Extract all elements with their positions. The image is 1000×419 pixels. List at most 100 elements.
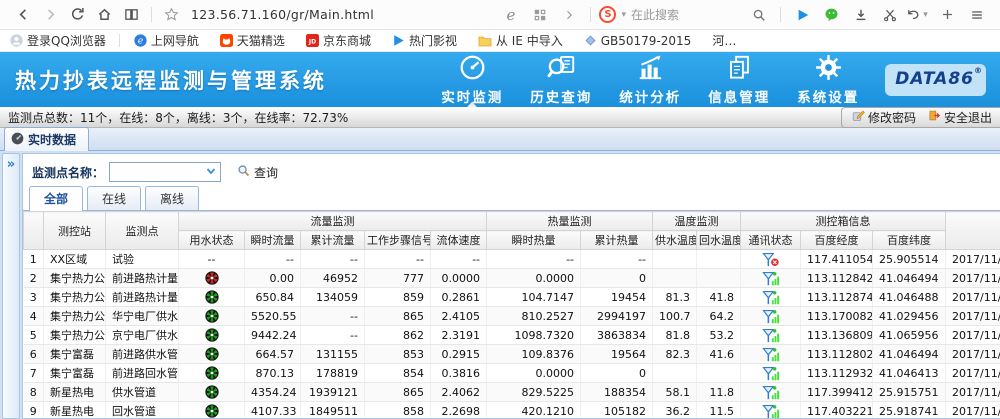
nav-item-stats[interactable]: 统计分析 <box>619 52 681 107</box>
table-row[interactable]: 1XX区域试验--------------117.41105425.905514… <box>24 250 1000 269</box>
cell-longitude: 113.112874 <box>801 288 873 307</box>
query-toolbar: 监测点名称： 查询 <box>23 154 1000 188</box>
new-tab-icon[interactable] <box>934 3 961 27</box>
cell-return-temp <box>697 269 741 288</box>
cell-station: 集宁富磊 <box>44 364 106 383</box>
cell-water-status <box>179 326 245 345</box>
cell-station: 新星热电 <box>44 383 106 402</box>
point-name-select[interactable] <box>109 162 221 182</box>
home-icon[interactable] <box>91 3 118 27</box>
bookmark-import-ie[interactable]: 从 IE 中导入 <box>478 32 563 49</box>
cell-total-flow: -- <box>301 326 365 345</box>
cell-water-status <box>179 364 245 383</box>
cell-inst-heat: 829.5225 <box>487 383 581 402</box>
search-icon[interactable] <box>745 3 772 27</box>
nav-item-info[interactable]: 信息管理 <box>708 52 770 107</box>
cell-point: 前进路热计量供 <box>106 288 179 307</box>
video-icon[interactable] <box>789 3 816 27</box>
cell-row-number: 1 <box>24 250 44 269</box>
cell-point: 前进路回水管道 <box>106 364 179 383</box>
menu-icon[interactable] <box>963 3 990 27</box>
table-row[interactable]: 3集宁热力公司前进路热计量供650.841340598590.2861104.7… <box>24 288 1000 307</box>
search-engine-caret-icon[interactable]: ▾ <box>621 10 626 20</box>
change-password-button[interactable]: 修改密码 <box>852 109 916 126</box>
bookmark-nav-site[interactable]: e上网导航 <box>134 32 199 49</box>
session-restore-icon[interactable]: ▾ <box>905 3 932 27</box>
cell-supply-temp: 82.3 <box>653 345 697 364</box>
cell-signal-quality: 858 <box>365 402 431 419</box>
cell-update-time: 2017/11/23 17:2 <box>946 288 1000 307</box>
browser-toolbar: 123.56.71.160/gr/Main.html e S ▾ 在此搜索 ▾ <box>0 0 1000 30</box>
cell-inst-flow: 0.00 <box>245 269 301 288</box>
bookmark-video[interactable]: 热门影视 <box>392 32 457 49</box>
address-bar[interactable]: 123.56.71.160/gr/Main.html <box>191 7 374 22</box>
sidebar-collapse-strip[interactable]: » <box>2 153 20 419</box>
divider <box>119 34 120 47</box>
qr-code-icon[interactable] <box>526 3 553 27</box>
filter-tab-offline[interactable]: 离线 <box>145 186 199 210</box>
cell-longitude: 117.411054 <box>801 250 873 269</box>
cell-row-number: 4 <box>24 307 44 326</box>
fan-green-icon <box>205 347 219 361</box>
gauge-icon <box>459 54 486 85</box>
bookmark-star-icon[interactable] <box>158 3 185 27</box>
table-row[interactable]: 2集宁热力公司前进路热计量回0.00469527770.00000.000001… <box>24 269 1000 288</box>
filter-tab-online[interactable]: 在线 <box>87 186 141 210</box>
cell-comm-status <box>741 402 801 419</box>
main-panel: 监测点名称： 查询 全部在线离线 测 <box>22 153 1000 419</box>
filter-tab-all[interactable]: 全部 <box>29 186 83 211</box>
query-button[interactable]: 查询 <box>237 164 278 181</box>
bookmark-he[interactable]: 河… <box>712 32 736 49</box>
cell-velocity: 0.2915 <box>431 345 487 364</box>
table-row[interactable]: 9新星热电回水管道4107.3318495118582.2698420.1210… <box>24 402 1000 419</box>
cell-station: 集宁热力公司 <box>44 326 106 345</box>
comm-online-icon <box>762 404 780 419</box>
jd-icon: JD <box>306 34 319 47</box>
forward-icon[interactable] <box>37 3 64 27</box>
cell-total-heat: 188354 <box>581 383 653 402</box>
divider <box>780 7 781 22</box>
user-icon <box>10 34 23 47</box>
cell-supply-temp: 81.8 <box>653 326 697 345</box>
col-station: 测控站 <box>44 212 106 250</box>
cell-station: 集宁富磊 <box>44 345 106 364</box>
nav-item-realtime[interactable]: 实时监测 <box>441 52 503 107</box>
ie-compat-icon[interactable]: e <box>497 3 524 27</box>
bookmark-qq-login[interactable]: 登录QQ浏览器 <box>10 32 106 49</box>
col-update-time: 更新时间 <box>946 212 1000 250</box>
col-row-number <box>24 212 44 250</box>
bookmark-jd[interactable]: JD京东商城 <box>306 32 371 49</box>
browser-search-input[interactable]: 在此搜索 <box>631 6 743 23</box>
cell-point: 京宁电厂供水主 <box>106 326 179 345</box>
nav-item-history[interactable]: 历史查询 <box>530 52 592 107</box>
table-row[interactable]: 6集宁富磊前进路供水管道664.571311558530.2915109.837… <box>24 345 1000 364</box>
bookmark-gb50179[interactable]: GB50179-2015 <box>584 34 692 48</box>
nav-item-settings[interactable]: 系统设置 <box>797 52 859 107</box>
cell-velocity: 2.4105 <box>431 307 487 326</box>
cell-inst-heat: 109.8376 <box>487 345 581 364</box>
screenshot-scissors-icon[interactable] <box>876 3 903 27</box>
table-row[interactable]: 8新星热电供水管道4354.2419391218652.4062829.5225… <box>24 383 1000 402</box>
group-heat: 热量监测 <box>487 212 653 231</box>
chevron-down-icon <box>204 164 218 181</box>
back-icon[interactable] <box>10 3 37 27</box>
bookmark-tmall[interactable]: 天猫精选 <box>220 32 285 49</box>
content-area: » 监测点名称： 查询 全部在线离线 <box>0 151 1000 419</box>
expand-toolbar-icon[interactable] <box>555 3 582 27</box>
cell-longitude: 117.399412 <box>801 383 873 402</box>
wechat-icon[interactable] <box>818 3 845 27</box>
cell-total-heat: 105182 <box>581 402 653 419</box>
download-icon[interactable] <box>847 3 874 27</box>
col-return-temp: 回水温度 <box>697 231 741 250</box>
cell-update-time: 2017/11/23 17:2 <box>946 307 1000 326</box>
tab-realtime-data[interactable]: 实时数据 <box>4 127 89 151</box>
cell-water-status <box>179 345 245 364</box>
refresh-icon[interactable] <box>64 3 91 27</box>
reading-mode-icon[interactable] <box>118 3 145 27</box>
table-row[interactable]: 4集宁热力公司华宁电厂供水主5520.55--8652.4105810.2527… <box>24 307 1000 326</box>
search-engine-icon[interactable]: S <box>599 6 616 23</box>
table-row[interactable]: 7集宁富磊前进路回水管道870.131788198540.38160.00000… <box>24 364 1000 383</box>
cell-signal-quality: 862 <box>365 326 431 345</box>
logout-button[interactable]: 安全退出 <box>928 109 992 126</box>
table-row[interactable]: 5集宁热力公司京宁电厂供水主9442.24--8622.31911098.732… <box>24 326 1000 345</box>
